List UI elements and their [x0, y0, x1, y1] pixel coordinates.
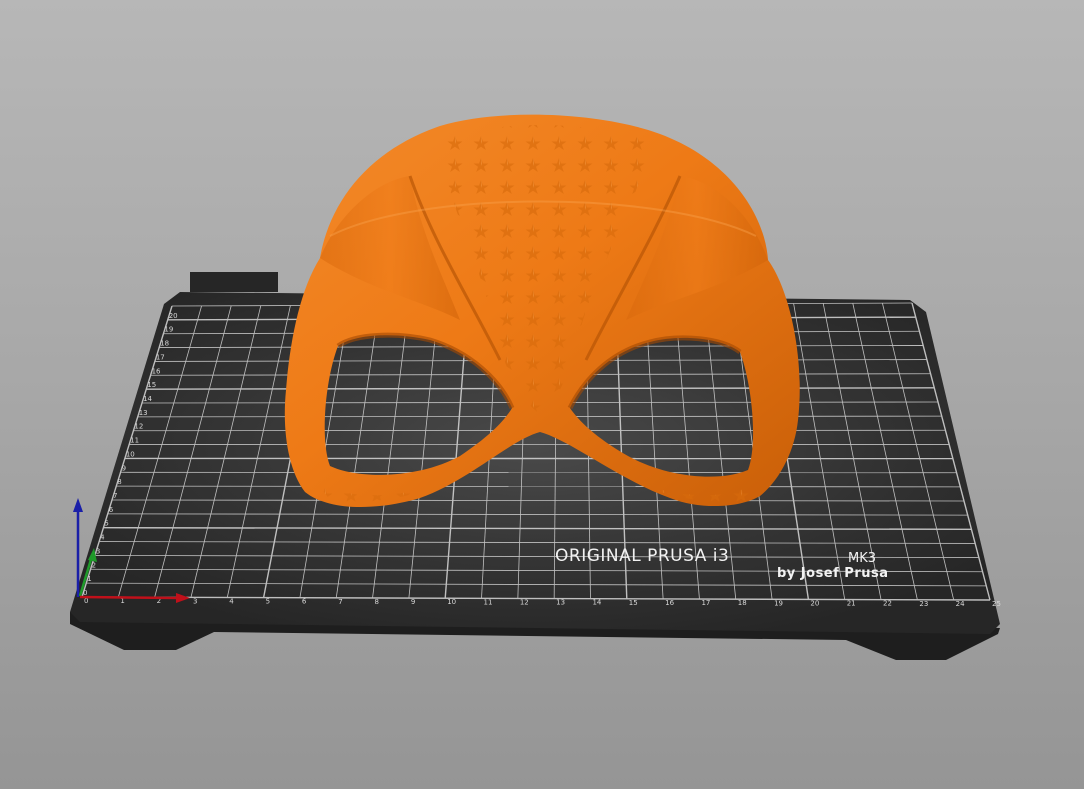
- x-tick-label: 16: [665, 599, 674, 607]
- brand-title: ORIGINAL PRUSA i3: [555, 546, 729, 566]
- x-tick-label: 12: [520, 598, 529, 606]
- x-tick-label: 6: [302, 598, 307, 606]
- x-tick-label: 19: [774, 599, 783, 607]
- x-tick-label: 24: [956, 600, 965, 608]
- y-tick-label: 12: [134, 423, 143, 431]
- x-axis: [79, 595, 179, 600]
- x-tick-label: 25: [992, 600, 1001, 608]
- y-tick-label: 13: [139, 409, 148, 417]
- x-tick-label: 13: [556, 599, 565, 607]
- x-tick-label: 15: [629, 599, 638, 607]
- bed-back-clip: [190, 272, 278, 292]
- x-tick-label: 22: [883, 600, 892, 608]
- y-tick-label: 8: [117, 478, 121, 486]
- y-tick-label: 5: [104, 520, 108, 528]
- y-tick-label: 6: [109, 506, 114, 514]
- x-tick-label: 3: [193, 597, 197, 605]
- y-tick-label: 20: [169, 312, 178, 320]
- x-tick-label: 18: [738, 599, 747, 607]
- y-tick-label: 3: [96, 547, 100, 555]
- z-axis-arrow-icon: [73, 498, 83, 512]
- y-tick-label: 15: [147, 381, 156, 389]
- x-tick-label: 17: [701, 599, 710, 607]
- y-tick-label: 1: [87, 575, 91, 583]
- y-tick-label: 7: [113, 492, 117, 500]
- y-tick-label: 14: [143, 395, 152, 403]
- y-tick-label: 11: [130, 437, 139, 445]
- x-tick-label: 9: [411, 598, 415, 606]
- y-tick-label: 17: [156, 353, 165, 361]
- y-tick-label: 18: [160, 340, 169, 348]
- brand-model: MK3: [848, 551, 876, 566]
- 3d-viewport[interactable]: 0 1 2 3 4 5 6 7 8 9 10 11 12 13 14 15 16 17 18 19 20 21 22 23 24…: [0, 0, 1084, 789]
- y-tick-label: 16: [152, 367, 161, 375]
- y-tick-label: 10: [126, 450, 135, 458]
- x-tick-label: 21: [847, 600, 856, 608]
- x-tick-label: 7: [338, 598, 342, 606]
- y-tick-label: 19: [164, 326, 173, 334]
- y-tick-label: 9: [122, 464, 126, 472]
- x-tick-label: 11: [484, 598, 493, 606]
- x-tick-label: 10: [447, 598, 456, 606]
- y-tick-label: 2: [92, 561, 96, 569]
- brand-subtitle: by Josef Prusa: [777, 566, 889, 581]
- scene-canvas[interactable]: 0 1 2 3 4 5 6 7 8 9 10 11 12 13 14 15 16 17 18 19 20 21 22 23 24…: [0, 0, 1084, 789]
- x-tick-label: 14: [592, 599, 601, 607]
- x-tick-label: 23: [919, 600, 928, 608]
- y-tick-label: 4: [100, 534, 105, 542]
- x-tick-label: 8: [375, 598, 379, 606]
- x-tick-label: 5: [266, 598, 270, 606]
- x-tick-label: 4: [229, 597, 234, 605]
- x-tick-label: 20: [810, 599, 819, 607]
